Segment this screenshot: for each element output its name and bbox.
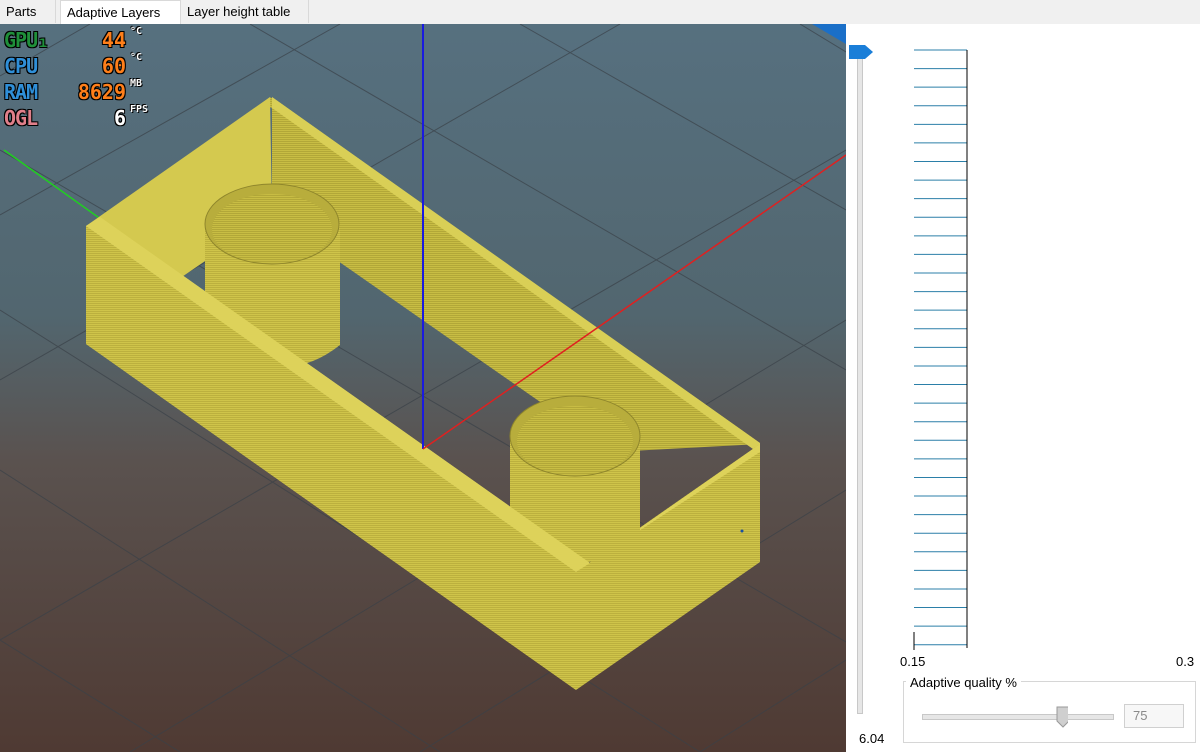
hud-cpu-unit: °C bbox=[130, 52, 143, 63]
tab-adaptive-layers[interactable]: Adaptive Layers bbox=[60, 0, 181, 25]
origin-marker bbox=[740, 529, 744, 533]
height-slider-value: 6.04 bbox=[859, 731, 885, 746]
3d-viewport[interactable]: GPU₁ 44 °C CPU 60 °C RAM 8629 MB OGL 6 F… bbox=[0, 24, 846, 752]
hud-ram-unit: MB bbox=[130, 78, 143, 89]
3d-scene[interactable] bbox=[0, 24, 846, 752]
hud-row-ogl: OGL 6 FPS bbox=[4, 104, 164, 130]
adaptive-layers-panel bbox=[846, 24, 1200, 752]
hud-ogl-label: OGL bbox=[4, 106, 38, 130]
hud-cpu-label: CPU bbox=[4, 54, 38, 78]
hud-ogl-unit: FPS bbox=[130, 104, 149, 115]
hud-row-cpu: CPU 60 °C bbox=[4, 52, 164, 78]
adaptive-quality-value: 75 bbox=[1133, 708, 1148, 723]
height-slider-track[interactable] bbox=[857, 56, 863, 714]
hud-gpu-value: 44 bbox=[101, 28, 126, 52]
hud-row-ram: RAM 8629 MB bbox=[4, 78, 164, 104]
hud-row-gpu: GPU₁ 44 °C bbox=[4, 26, 164, 52]
tab-adaptive-layers-label: Adaptive Layers bbox=[67, 5, 161, 20]
hud-cpu-value: 60 bbox=[101, 54, 126, 78]
adaptive-quality-slider[interactable] bbox=[922, 714, 1114, 720]
hud-ram-label: RAM bbox=[4, 80, 38, 104]
tab-bar: Parts Adaptive Layers Layer height table bbox=[0, 0, 1200, 25]
hud-gpu-label: GPU₁ bbox=[4, 28, 49, 52]
hud-gpu-unit: °C bbox=[130, 26, 143, 37]
tab-layer-height-table-label: Layer height table bbox=[187, 4, 291, 19]
hud-ogl-value: 6 bbox=[113, 106, 126, 130]
hud-ram-value: 8629 bbox=[77, 80, 126, 104]
chart-x-min-label: 0.15 bbox=[900, 654, 926, 669]
adaptive-quality-input[interactable]: 75 bbox=[1124, 704, 1184, 728]
tab-parts-label: Parts bbox=[6, 4, 37, 19]
layer-height-chart[interactable] bbox=[910, 46, 970, 650]
adaptive-quality-slider-handle[interactable] bbox=[1056, 706, 1068, 728]
tab-layer-height-table[interactable]: Layer height table bbox=[181, 0, 309, 23]
tab-parts[interactable]: Parts bbox=[0, 0, 56, 23]
chart-x-max-label: 0.3 bbox=[1176, 654, 1195, 669]
adaptive-quality-title: Adaptive quality % bbox=[906, 675, 1021, 690]
height-slider-handle[interactable] bbox=[849, 44, 877, 62]
